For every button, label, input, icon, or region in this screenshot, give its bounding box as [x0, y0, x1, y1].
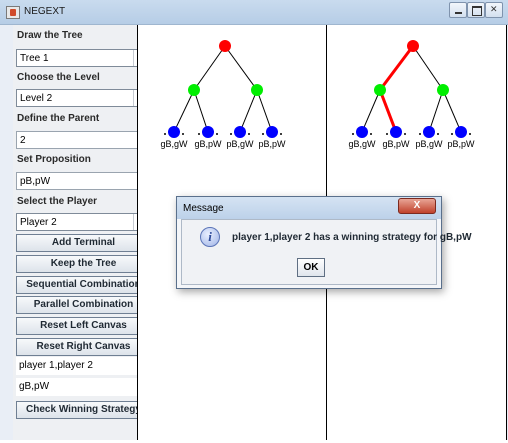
leaf-label: gB,pW [382, 139, 410, 149]
leaf-label: pB,gW [226, 139, 254, 149]
maximize-button[interactable] [467, 2, 485, 18]
dialog-body: i player 1,player 2 has a winning strate… [181, 219, 472, 285]
leaf-label: pB,gW [415, 139, 443, 149]
message-dialog: Message X i player 1,player 2 has a winn… [176, 196, 472, 289]
draw-tree-label: Draw the Tree [17, 30, 83, 41]
check-winning-strategy-button[interactable]: Check Winning Strategy [16, 401, 151, 419]
level1-node [188, 84, 200, 96]
proposition-input-value: pB,pW [20, 176, 51, 187]
app-icon [6, 6, 20, 19]
leaf-node [202, 126, 214, 138]
tree-select[interactable]: Tree 1 [16, 49, 151, 67]
edge-l2-leaf4 [256, 89, 273, 133]
leaf-label: gB,gW [160, 139, 188, 149]
dialog-message: player 1,player 2 has a winning strategy… [232, 232, 472, 243]
app-window: NEGEXT Draw the Tree Tree 1 Choose the L… [0, 0, 508, 440]
parallel-combination-button[interactable]: Parallel Combination [16, 296, 151, 314]
leaf-dot [386, 133, 388, 135]
leaf-node [455, 126, 467, 138]
leaf-label: gB,pW [194, 139, 222, 149]
leaf-node [266, 126, 278, 138]
edge-l1-leaf1 [173, 89, 195, 133]
parent-input[interactable]: 2 [16, 131, 151, 149]
leaf-dot [404, 133, 406, 135]
leaf-node [390, 126, 402, 138]
players-field[interactable]: player 1,player 2 [16, 357, 151, 375]
player-label: Select the Player [17, 196, 98, 207]
edge-l1-leaf1 [361, 89, 381, 133]
leaf-dot [419, 133, 421, 135]
parent-label: Define the Parent [17, 113, 100, 124]
level-label: Choose the Level [17, 72, 100, 83]
edge-root-right [412, 45, 444, 91]
leaf-dot [451, 133, 453, 135]
edge-root-right [224, 45, 258, 91]
player-select-value: Player 2 [20, 217, 57, 228]
leaf-node [356, 126, 368, 138]
leaf-dot [182, 133, 184, 135]
result-field-value: gB,pW [19, 381, 50, 392]
leaf-node [423, 126, 435, 138]
sequential-combination-button[interactable]: Sequential Combination [16, 276, 151, 294]
dialog-title: Message [183, 203, 224, 214]
proposition-input[interactable]: pB,pW [16, 172, 151, 190]
add-terminal-button[interactable]: Add Terminal [16, 234, 151, 252]
reset-left-canvas-button[interactable]: Reset Left Canvas [16, 317, 151, 335]
leaf-label: pB,pW [447, 139, 475, 149]
dialog-title-bar[interactable]: Message X [177, 197, 441, 219]
leaf-dot [437, 133, 439, 135]
info-icon: i [200, 227, 220, 247]
level1-node [437, 84, 449, 96]
tree-select-value: Tree 1 [20, 53, 49, 64]
leaf-label: gB,gW [348, 139, 376, 149]
leaf-dot [198, 133, 200, 135]
result-field[interactable]: gB,pW [16, 378, 151, 396]
level1-node [374, 84, 386, 96]
ok-button[interactable]: OK [297, 258, 325, 277]
close-button[interactable] [485, 2, 503, 18]
leaf-dot [230, 133, 232, 135]
level-select[interactable]: Level 2 [16, 89, 151, 107]
winning-edge [378, 45, 415, 91]
leaf-dots [352, 133, 471, 135]
level1-node [251, 84, 263, 96]
leaf-node [168, 126, 180, 138]
winning-edge [378, 89, 398, 133]
proposition-label: Set Proposition [17, 154, 91, 165]
leaf-dot [469, 133, 471, 135]
parent-input-value: 2 [20, 135, 26, 146]
leaf-dot [352, 133, 354, 135]
leaf-dot [164, 133, 166, 135]
root-node [407, 40, 419, 52]
leaf-dot [248, 133, 250, 135]
dialog-close-button[interactable]: X [398, 198, 436, 214]
title-bar: NEGEXT [0, 0, 508, 25]
leaf-dot [216, 133, 218, 135]
players-field-value: player 1,player 2 [19, 360, 93, 371]
leaf-dots [164, 133, 282, 135]
level-select-value: Level 2 [20, 93, 53, 104]
leaf-dot [370, 133, 372, 135]
keep-tree-button[interactable]: Keep the Tree [16, 255, 151, 273]
edge-l2-leaf3 [239, 89, 258, 133]
reset-right-canvas-button[interactable]: Reset Right Canvas [16, 338, 151, 356]
leaf-label: pB,pW [258, 139, 286, 149]
leaf-dot [280, 133, 282, 135]
leaf-dot [262, 133, 264, 135]
control-panel: Draw the Tree Tree 1 Choose the Level Le… [13, 25, 151, 440]
edge-root-left [193, 45, 226, 91]
window-title: NEGEXT [24, 6, 66, 17]
edge-l2-leaf3 [428, 89, 444, 133]
edge-l1-leaf2 [193, 89, 209, 133]
edge-l2-leaf4 [442, 89, 462, 133]
leaf-node [234, 126, 246, 138]
player-select[interactable]: Player 2 [16, 213, 151, 231]
root-node [219, 40, 231, 52]
minimize-button[interactable] [449, 2, 467, 18]
